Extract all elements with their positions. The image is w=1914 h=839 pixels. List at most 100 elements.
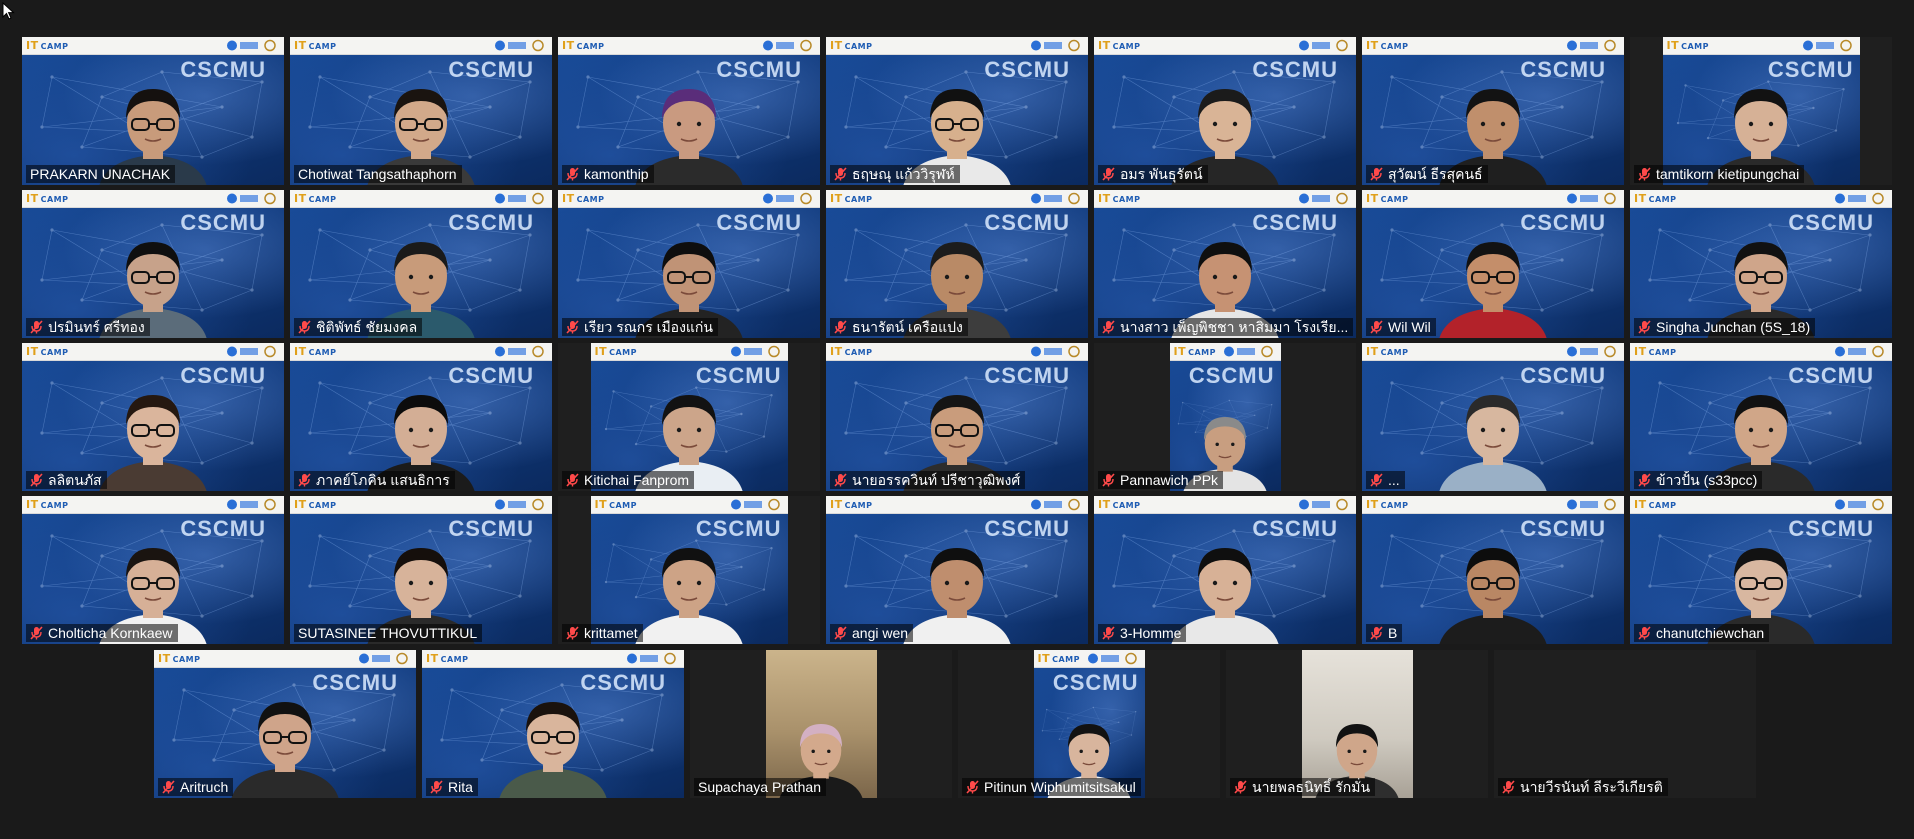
participant-tile[interactable]: CSCMU IT CAMP Pannawich PPk xyxy=(1094,343,1356,491)
participant-tile[interactable]: CSCMU IT CAMP... xyxy=(1362,343,1624,491)
participant-tile[interactable]: CSCMU IT CAMP Pitinun Wiphumitsitsakul xyxy=(958,650,1220,798)
participant-video: CSCMU IT CAMP xyxy=(290,496,552,644)
itcamp-logo: IT CAMP xyxy=(830,192,873,205)
participant-tile[interactable]: CSCMU IT CAMP นายอรรควินท์ ปรีชาวุฒิพงศ์ xyxy=(826,343,1088,491)
participant-name-label: Supachaya Prathan xyxy=(694,778,826,796)
participant-tile[interactable]: Supachaya Prathan xyxy=(690,650,952,798)
participant-tile[interactable]: CSCMU IT CAMP อมร พันธุรัตน์ xyxy=(1094,37,1356,185)
participant-tile[interactable]: CSCMU IT CAMP chanutchiewchan xyxy=(1630,496,1892,644)
participant-tile[interactable]: CSCMU IT CAMP SUTASINEE THOVUTTIKUL xyxy=(290,496,552,644)
itcamp-logo: IT CAMP xyxy=(562,192,605,205)
sponsor-logos-icon xyxy=(1567,345,1616,358)
participant-tile[interactable]: CSCMU IT CAMP เรียว รณกร เมืองแก่น xyxy=(558,190,820,338)
participant-tile[interactable]: CSCMU IT CAMP tamtikorn kietipungchai xyxy=(1630,37,1892,185)
event-banner: IT CAMP xyxy=(290,496,552,514)
participant-tile[interactable]: CSCMU IT CAMP Kitichai Fanprom xyxy=(558,343,820,491)
participant-video: CSCMU IT CAMP xyxy=(1362,37,1624,185)
muted-mic-icon xyxy=(1638,473,1651,487)
participant-tile[interactable]: CSCMU IT CAMP kamonthip xyxy=(558,37,820,185)
muted-mic-icon xyxy=(566,473,579,487)
sponsor-logos-icon xyxy=(1835,345,1884,358)
itcamp-logo: IT CAMP xyxy=(830,345,873,358)
participant-tile[interactable]: CSCMU IT CAMP ข้าวปั้น (s33pcc) xyxy=(1630,343,1892,491)
participant-tile[interactable]: CSCMU IT CAMP Cholticha Kornkaew xyxy=(22,496,284,644)
sponsor-logos-icon xyxy=(1299,39,1348,52)
event-banner: IT CAMP xyxy=(1094,37,1356,55)
sponsor-logos-icon xyxy=(495,192,544,205)
event-banner: IT CAMP xyxy=(558,190,820,208)
itcamp-logo: IT CAMP xyxy=(1098,498,1141,511)
participant-tile[interactable]: CSCMU IT CAMP Chotiwat Tangsathaphorn xyxy=(290,37,552,185)
participant-name-label: krittamet xyxy=(562,624,643,642)
cscmu-watermark: CSCMU xyxy=(1052,670,1139,695)
muted-mic-icon xyxy=(1502,780,1515,794)
participant-video: CSCMU IT CAMP xyxy=(826,190,1088,338)
participant-tile[interactable]: CSCMU IT CAMP สุวัฒน์ ธีรสุคนธ์ xyxy=(1362,37,1624,185)
itcamp-logo: IT CAMP xyxy=(294,345,337,358)
sponsor-logos-icon xyxy=(227,345,276,358)
participant-tile[interactable]: CSCMU IT CAMP Rita xyxy=(422,650,684,798)
participant-video: CSCMU IT CAMP xyxy=(290,190,552,338)
sponsor-logos-icon xyxy=(1567,192,1616,205)
participant-name: Wil Wil xyxy=(1388,319,1431,335)
participant-name: Singha Junchan (5S_18) xyxy=(1656,319,1811,335)
sponsor-logos-icon xyxy=(730,498,780,511)
event-banner: IT CAMP xyxy=(1362,190,1624,208)
participant-name-label: chanutchiewchan xyxy=(1634,624,1770,642)
participant-name: SUTASINEE THOVUTTIKUL xyxy=(298,625,478,641)
muted-mic-icon xyxy=(834,626,847,640)
participant-video: CSCMU IT CAMP xyxy=(1662,37,1860,185)
participant-name-label: Chotiwat Tangsathaphorn xyxy=(294,165,462,183)
participant-name-label: Pannawich PPk xyxy=(1098,471,1224,489)
participant-tile[interactable]: CSCMU IT CAMP นางสาว เพ็ญพิชชา หาสิมมา โรงเ… xyxy=(1094,190,1356,338)
participant-name-label: สุวัฒน์ ธีรสุคนธ์ xyxy=(1366,165,1488,183)
event-banner: IT CAMP xyxy=(1662,37,1860,55)
participant-name: ชิติพัทธ์ ชัยมงคล xyxy=(316,319,418,335)
participant-tile[interactable]: CSCMU IT CAMP ธนารัตน์ เครือแปง xyxy=(826,190,1088,338)
participant-video: CSCMU IT CAMP xyxy=(1033,650,1145,798)
sponsor-logos-icon xyxy=(627,652,676,665)
sponsor-logos-icon xyxy=(227,192,276,205)
participant-video: CSCMU IT CAMP xyxy=(22,190,284,338)
sponsor-logos-icon xyxy=(1835,498,1884,511)
participant-name: อมร พันธุรัตน์ xyxy=(1120,166,1203,182)
participant-name-label: Cholticha Kornkaew xyxy=(26,624,178,642)
muted-mic-icon xyxy=(1102,320,1115,334)
itcamp-logo: IT CAMP xyxy=(26,498,69,511)
participant-tile[interactable]: CSCMU IT CAMP krittamet xyxy=(558,496,820,644)
participant-video: CSCMU IT CAMP xyxy=(1362,343,1624,491)
participant-tile[interactable]: CSCMU IT CAMP PRAKARN UNACHAK xyxy=(22,37,284,185)
event-banner: IT CAMP xyxy=(1630,496,1892,514)
participant-video: CSCMU IT CAMP xyxy=(1094,37,1356,185)
itcamp-logo: IT CAMP xyxy=(1037,652,1080,665)
participant-video-person xyxy=(499,702,607,798)
participant-tile[interactable]: CSCMU IT CAMP ชิติพัทธ์ ชัยมงคล xyxy=(290,190,552,338)
participant-tile[interactable]: CSCMU IT CAMP ปรมินทร์ ศรีทอง xyxy=(22,190,284,338)
participant-tile[interactable]: CSCMU IT CAMP ลลิตนภัส xyxy=(22,343,284,491)
event-banner: IT CAMP xyxy=(290,343,552,361)
itcamp-logo: IT CAMP xyxy=(594,345,637,358)
participant-video xyxy=(765,650,877,798)
participant-tile[interactable]: CSCMU IT CAMP Wil Wil xyxy=(1362,190,1624,338)
participant-video: CSCMU IT CAMP xyxy=(1094,496,1356,644)
participant-tile[interactable]: นายวีรนันท์ ลีระวีเกียรติ xyxy=(1494,650,1756,798)
participant-tile[interactable]: CSCMU IT CAMP 3-Homme xyxy=(1094,496,1356,644)
participant-tile[interactable]: CSCMU IT CAMP ภาคย์โภคิน แสนธิการ xyxy=(290,343,552,491)
sponsor-logos-icon xyxy=(227,498,276,511)
participant-video: CSCMU IT CAMP xyxy=(1630,496,1892,644)
participant-tile[interactable]: CSCMU IT CAMP ธฤษณุ แก้ววิรุฬห์ xyxy=(826,37,1088,185)
participant-tile[interactable]: CSCMU IT CAMP Aritruch xyxy=(154,650,416,798)
participant-tile[interactable]: CSCMU IT CAMP B xyxy=(1362,496,1624,644)
participant-tile[interactable]: CSCMU IT CAMP Singha Junchan (5S_18) xyxy=(1630,190,1892,338)
itcamp-logo: IT CAMP xyxy=(1634,498,1677,511)
participant-video: CSCMU IT CAMP xyxy=(22,496,284,644)
participant-name-label: อมร พันธุรัตน์ xyxy=(1098,165,1208,183)
muted-mic-icon xyxy=(30,473,43,487)
participant-name: Rita xyxy=(448,779,473,795)
event-banner: IT CAMP xyxy=(154,650,416,668)
event-banner: IT CAMP xyxy=(558,37,820,55)
participant-tile[interactable]: นายพลธนิทธิ์ รักมั่น xyxy=(1226,650,1488,798)
participant-tile[interactable]: CSCMU IT CAMP angi wen xyxy=(826,496,1088,644)
muted-mic-icon xyxy=(1102,167,1115,181)
muted-mic-icon xyxy=(566,626,579,640)
